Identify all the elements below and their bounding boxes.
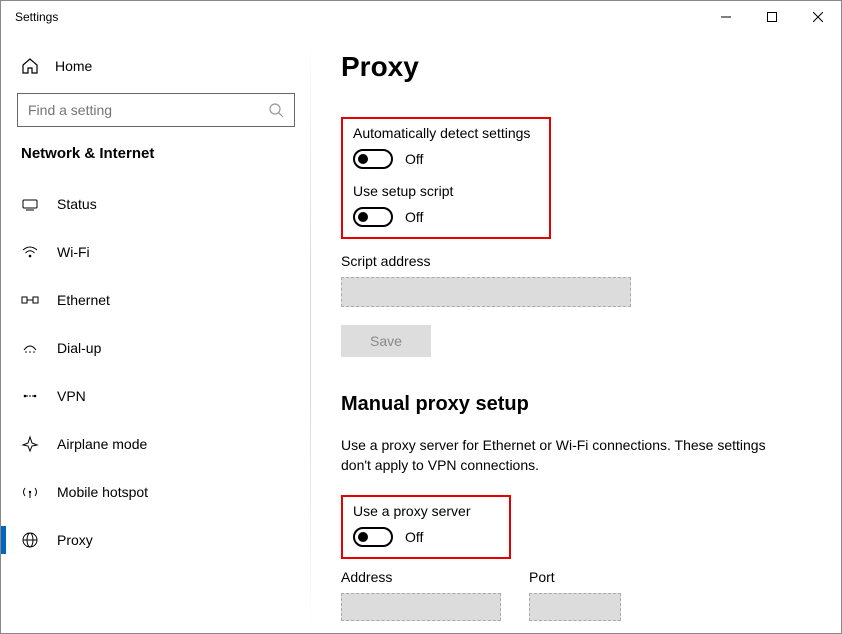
- sidebar-item-proxy[interactable]: Proxy: [1, 516, 311, 564]
- setup-script-toggle[interactable]: [353, 207, 393, 227]
- sidebar-item-vpn[interactable]: VPN: [1, 372, 311, 420]
- search-icon: [268, 102, 284, 118]
- sidebar-item-label: VPN: [57, 388, 86, 404]
- close-button[interactable]: [795, 1, 841, 33]
- sidebar-item-label: Wi-Fi: [57, 244, 90, 260]
- save-button[interactable]: Save: [341, 325, 431, 357]
- window-controls: [703, 1, 841, 33]
- sidebar-item-label: Airplane mode: [57, 436, 147, 452]
- minimize-button[interactable]: [703, 1, 749, 33]
- setup-script-state: Off: [405, 209, 423, 225]
- port-input[interactable]: [529, 593, 621, 621]
- status-icon: [21, 195, 39, 213]
- auto-proxy-highlight: Automatically detect settings Off Use se…: [341, 117, 551, 239]
- airplane-icon: [21, 435, 39, 453]
- auto-detect-toggle[interactable]: [353, 149, 393, 169]
- window-title: Settings: [15, 10, 58, 24]
- sidebar-item-hotspot[interactable]: Mobile hotspot: [1, 468, 311, 516]
- vpn-icon: [21, 387, 39, 405]
- manual-section-title: Manual proxy setup: [341, 393, 811, 416]
- home-nav[interactable]: Home: [1, 47, 311, 85]
- save-button-label: Save: [370, 333, 402, 349]
- search-box[interactable]: [17, 93, 295, 127]
- use-proxy-label: Use a proxy server: [353, 503, 499, 519]
- use-proxy-toggle[interactable]: [353, 527, 393, 547]
- page-title: Proxy: [341, 51, 811, 83]
- sidebar-item-label: Ethernet: [57, 292, 110, 308]
- sidebar-item-ethernet[interactable]: Ethernet: [1, 276, 311, 324]
- search-input[interactable]: [28, 102, 268, 118]
- home-label: Home: [55, 58, 92, 74]
- sidebar: Home Network & Internet Status Wi-Fi: [1, 33, 311, 633]
- sidebar-item-airplane[interactable]: Airplane mode: [1, 420, 311, 468]
- ethernet-icon: [21, 291, 39, 309]
- address-label: Address: [341, 569, 501, 585]
- sidebar-item-label: Status: [57, 196, 97, 212]
- sidebar-item-label: Mobile hotspot: [57, 484, 148, 500]
- auto-detect-state: Off: [405, 151, 423, 167]
- titlebar: Settings: [1, 1, 841, 33]
- address-input[interactable]: [341, 593, 501, 621]
- main-content: Proxy Automatically detect settings Off …: [311, 33, 841, 633]
- sidebar-item-label: Proxy: [57, 532, 93, 548]
- port-label: Port: [529, 569, 621, 585]
- script-address-input[interactable]: [341, 277, 631, 307]
- use-proxy-highlight: Use a proxy server Off: [341, 495, 511, 559]
- script-address-label: Script address: [341, 253, 811, 269]
- sidebar-item-label: Dial-up: [57, 340, 101, 356]
- proxy-icon: [21, 531, 39, 549]
- sidebar-item-status[interactable]: Status: [1, 180, 311, 228]
- hotspot-icon: [21, 483, 39, 501]
- sidebar-item-wifi[interactable]: Wi-Fi: [1, 228, 311, 276]
- auto-detect-label: Automatically detect settings: [353, 125, 539, 141]
- setup-script-label: Use setup script: [353, 183, 539, 199]
- wifi-icon: [21, 243, 39, 261]
- manual-desc: Use a proxy server for Ethernet or Wi-Fi…: [341, 436, 781, 475]
- use-proxy-state: Off: [405, 529, 423, 545]
- maximize-button[interactable]: [749, 1, 795, 33]
- dialup-icon: [21, 339, 39, 357]
- category-header: Network & Internet: [1, 145, 311, 180]
- home-icon: [21, 57, 39, 75]
- sidebar-item-dialup[interactable]: Dial-up: [1, 324, 311, 372]
